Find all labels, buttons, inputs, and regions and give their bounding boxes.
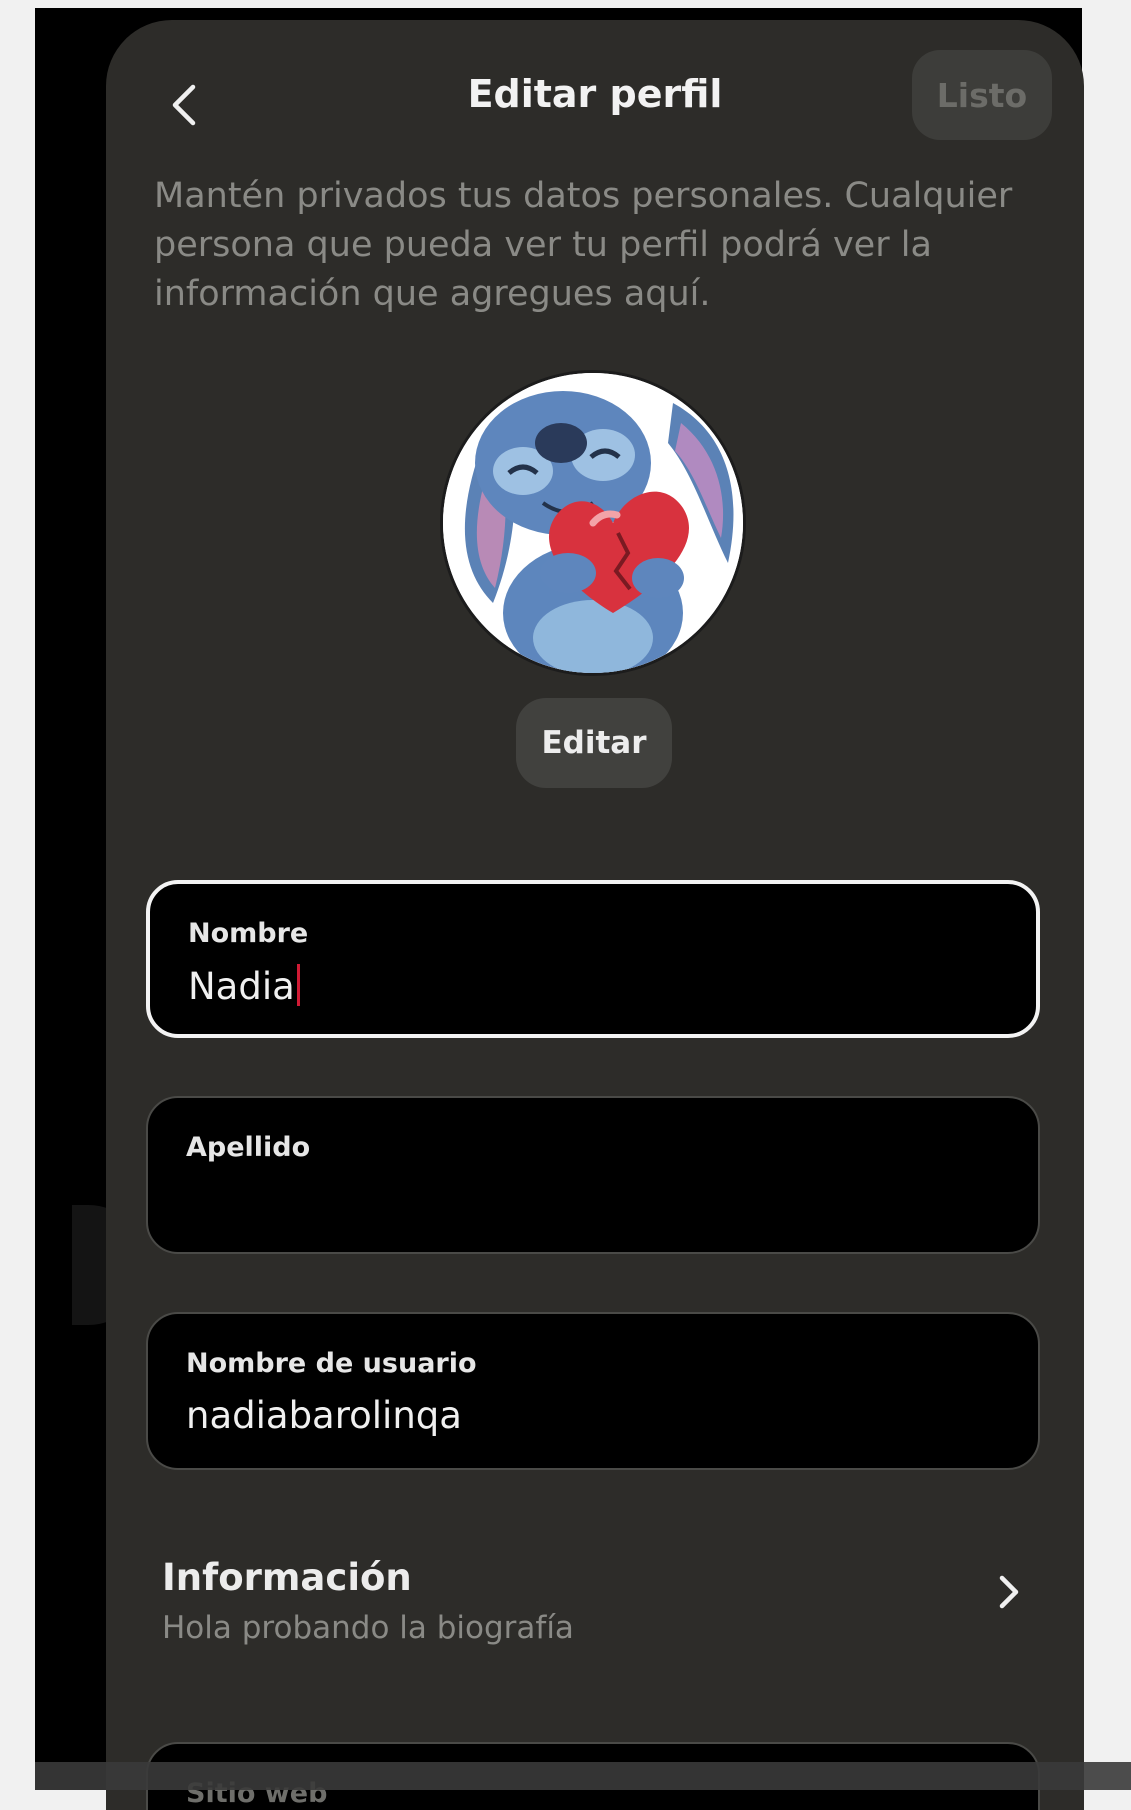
first-name-field[interactable]: Nombre Nadia: [146, 880, 1040, 1038]
username-field[interactable]: Nombre de usuario nadiabarolinqa: [146, 1312, 1040, 1470]
username-value[interactable]: nadiabarolinqa: [186, 1394, 462, 1437]
privacy-notice: Mantén privados tus datos personales. Cu…: [154, 176, 1013, 314]
first-name-value[interactable]: Nadia: [188, 964, 300, 1008]
done-button[interactable]: Listo: [912, 50, 1052, 140]
last-name-label: Apellido: [186, 1132, 311, 1163]
about-title: Información: [162, 1556, 412, 1599]
text-caret: [296, 964, 300, 1006]
about-bio-preview: Hola probando la biografía: [162, 1610, 574, 1646]
about-info-row[interactable]: Información Hola probando la biografía: [146, 1548, 1040, 1658]
chevron-right-icon: [999, 1575, 1019, 1609]
avatar-illustration: [443, 373, 743, 673]
last-name-field[interactable]: Apellido: [146, 1096, 1040, 1254]
edit-photo-button[interactable]: Editar: [516, 698, 672, 788]
first-name-text: Nadia: [188, 965, 295, 1008]
first-name-label: Nombre: [188, 918, 309, 949]
username-label: Nombre de usuario: [186, 1348, 477, 1379]
avatar[interactable]: [440, 370, 746, 676]
bottom-overlay-bar: [35, 1762, 1131, 1790]
edit-profile-sheet: Editar perfil Listo Mantén privados tus …: [106, 20, 1084, 1810]
right-margin: [1082, 8, 1131, 1790]
